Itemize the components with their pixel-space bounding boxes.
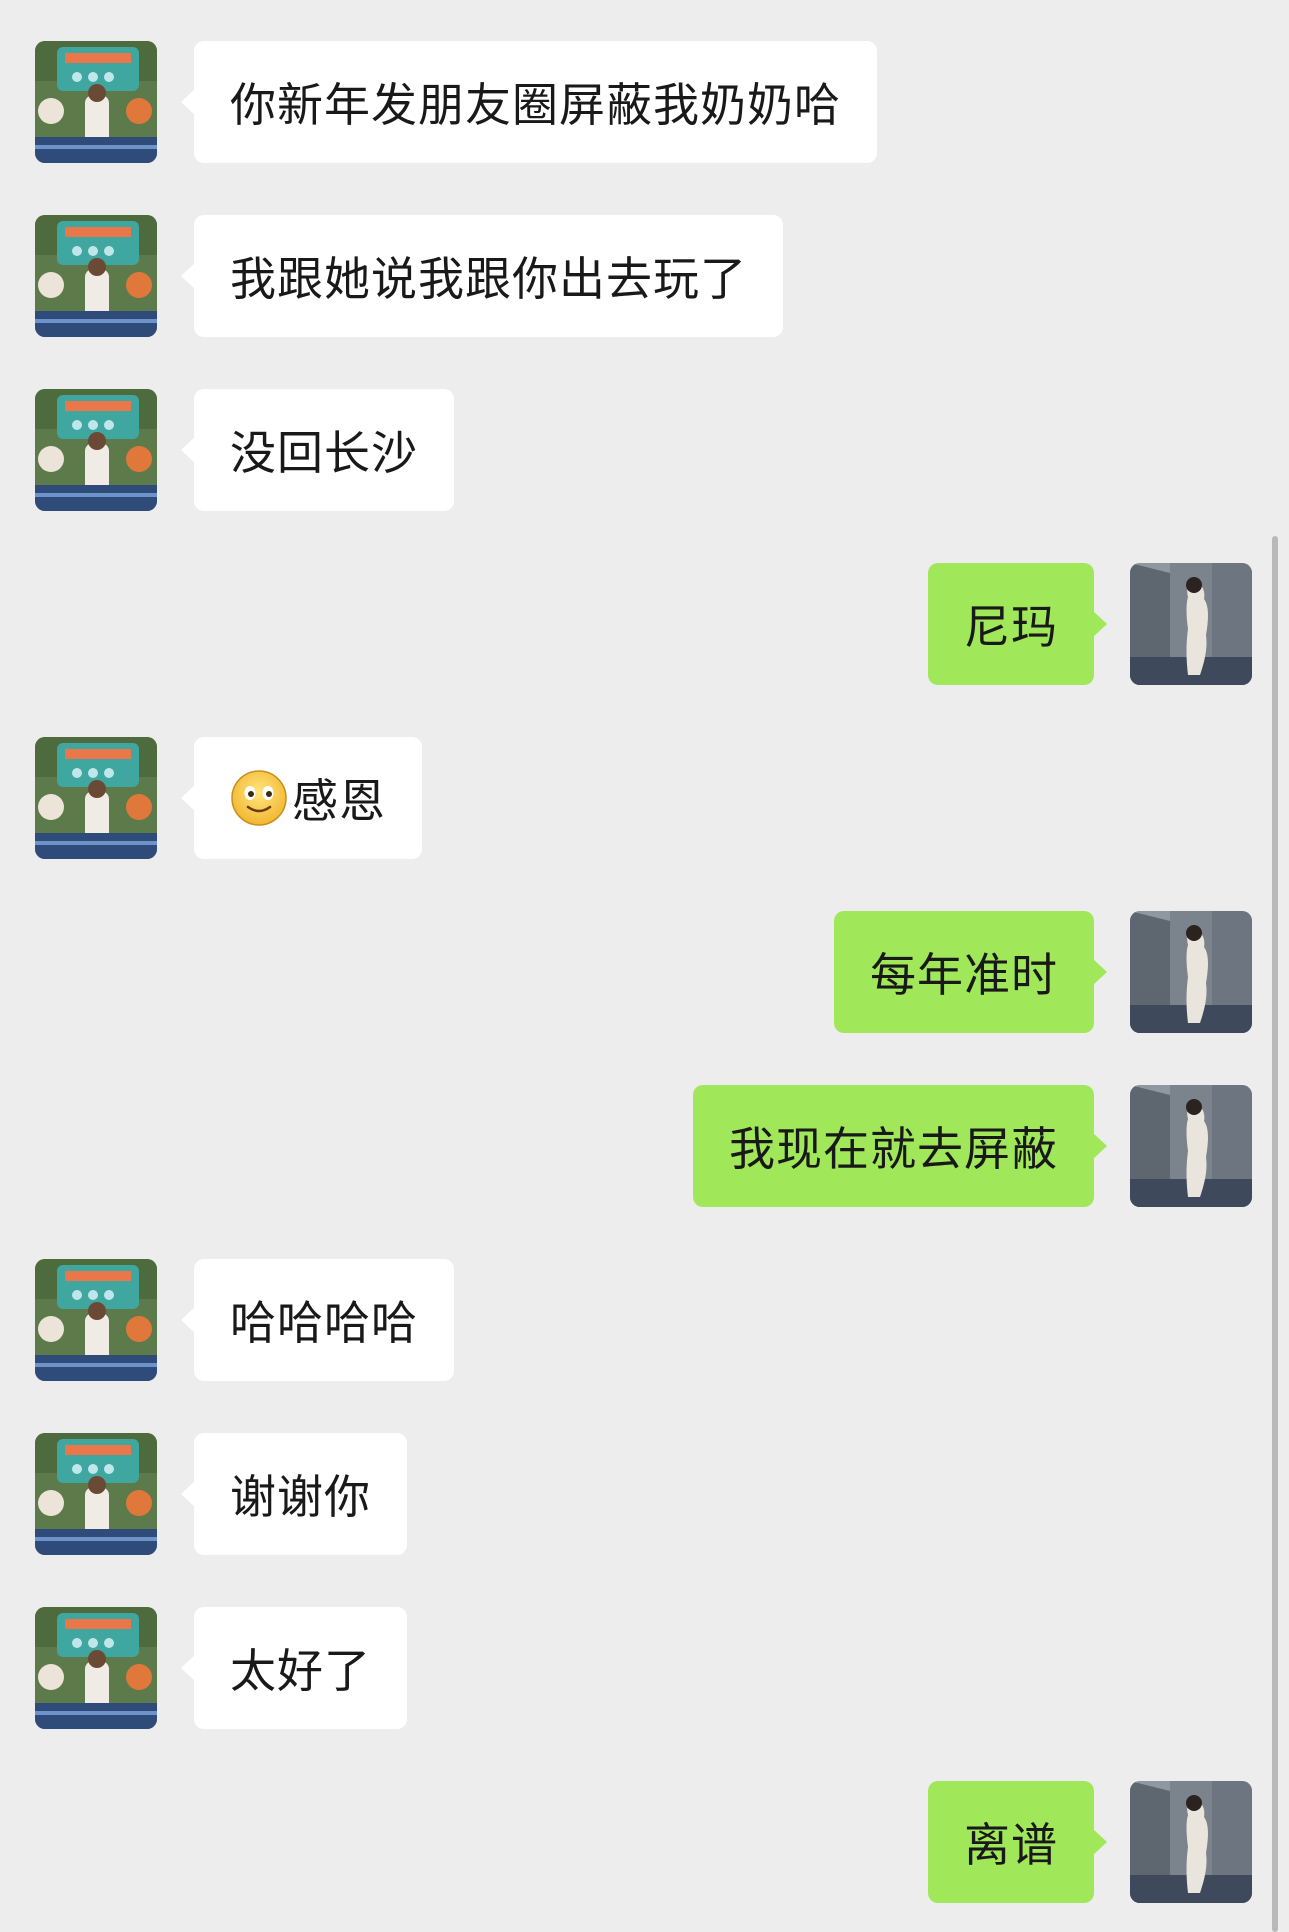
message-bubble[interactable]: 我跟她说我跟你出去玩了 xyxy=(181,215,783,337)
bubble-tail xyxy=(1093,959,1107,985)
message-row-incoming: 感恩 xyxy=(0,737,1289,861)
scrollbar[interactable] xyxy=(1272,536,1278,1932)
bubble-tail xyxy=(1093,1133,1107,1159)
message-bubble[interactable]: 太好了 xyxy=(181,1607,407,1729)
bubble-tail xyxy=(181,1481,195,1507)
message-text: 离谱 xyxy=(964,1818,1058,1872)
message-text: 我现在就去屏蔽 xyxy=(729,1122,1058,1176)
contact-avatar[interactable] xyxy=(35,1607,157,1729)
contact-avatar[interactable] xyxy=(35,215,157,337)
bubble-tail xyxy=(181,1307,195,1333)
message-bubble[interactable]: 谢谢你 xyxy=(181,1433,407,1555)
contact-avatar[interactable] xyxy=(35,1259,157,1381)
message-bubble[interactable]: 你新年发朋友圈屏蔽我奶奶哈 xyxy=(181,41,877,163)
message-text: 哈哈哈哈 xyxy=(230,1296,418,1350)
message-bubble[interactable]: 尼玛 xyxy=(928,563,1107,685)
bubble-tail xyxy=(1093,1829,1107,1855)
chat-message-list[interactable]: 你新年发朋友圈屏蔽我奶奶哈 我跟她说我跟你出去玩了 没回长沙 尼玛 感恩 每年准… xyxy=(0,0,1289,1932)
message-row-incoming: 你新年发朋友圈屏蔽我奶奶哈 xyxy=(0,41,1289,165)
message-text: 太好了 xyxy=(230,1644,371,1698)
message-bubble[interactable]: 没回长沙 xyxy=(181,389,454,511)
contact-avatar[interactable] xyxy=(35,389,157,511)
smiling-face-icon xyxy=(230,769,288,827)
message-text: 我跟她说我跟你出去玩了 xyxy=(230,252,747,306)
user-avatar[interactable] xyxy=(1130,1781,1252,1903)
user-avatar[interactable] xyxy=(1130,911,1252,1033)
bubble-tail xyxy=(1093,611,1107,637)
message-text: 感恩 xyxy=(292,774,386,828)
message-bubble[interactable]: 每年准时 xyxy=(834,911,1107,1033)
message-bubble[interactable]: 哈哈哈哈 xyxy=(181,1259,454,1381)
message-row-incoming: 哈哈哈哈 xyxy=(0,1259,1289,1383)
message-row-incoming: 我跟她说我跟你出去玩了 xyxy=(0,215,1289,339)
message-text: 没回长沙 xyxy=(230,426,418,480)
bubble-tail xyxy=(181,1655,195,1681)
contact-avatar[interactable] xyxy=(35,1433,157,1555)
message-bubble[interactable]: 感恩 xyxy=(181,737,422,859)
contact-avatar[interactable] xyxy=(35,737,157,859)
message-bubble[interactable]: 离谱 xyxy=(928,1781,1107,1903)
bubble-tail xyxy=(181,785,195,811)
message-row-outgoing: 我现在就去屏蔽 xyxy=(0,1085,1289,1209)
message-row-incoming: 没回长沙 xyxy=(0,389,1289,513)
message-row-outgoing: 每年准时 xyxy=(0,911,1289,1035)
bubble-tail xyxy=(181,263,195,289)
user-avatar[interactable] xyxy=(1130,563,1252,685)
user-avatar[interactable] xyxy=(1130,1085,1252,1207)
message-text: 你新年发朋友圈屏蔽我奶奶哈 xyxy=(230,78,841,132)
message-text: 每年准时 xyxy=(870,948,1058,1002)
bubble-tail xyxy=(181,89,195,115)
message-row-incoming: 谢谢你 xyxy=(0,1433,1289,1557)
message-row-outgoing: 离谱 xyxy=(0,1781,1289,1905)
message-text: 谢谢你 xyxy=(230,1470,371,1524)
message-row-outgoing: 尼玛 xyxy=(0,563,1289,687)
message-text: 尼玛 xyxy=(964,600,1058,654)
message-row-incoming: 太好了 xyxy=(0,1607,1289,1731)
contact-avatar[interactable] xyxy=(35,41,157,163)
bubble-tail xyxy=(181,437,195,463)
message-bubble[interactable]: 我现在就去屏蔽 xyxy=(693,1085,1107,1207)
